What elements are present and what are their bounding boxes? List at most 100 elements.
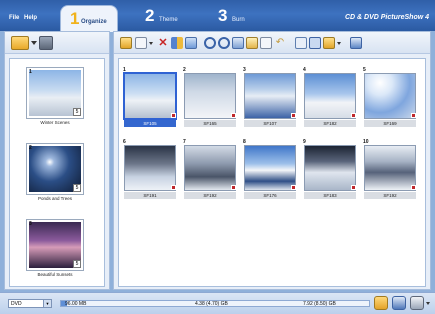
step-label: Burn [232, 17, 245, 23]
photo-thumbnail [184, 73, 236, 119]
capacity-dvd-dl: 7.92 (8.50) GB [303, 301, 336, 307]
photo-name: SF165 [184, 120, 236, 127]
photo-thumbnail [304, 73, 356, 119]
slideshow-item[interactable]: 1 5 Winter Scenes [26, 67, 84, 127]
chevron-down-icon[interactable]: ▼ [43, 300, 51, 307]
save-icon[interactable] [392, 296, 406, 310]
photo-name: SF169 [364, 120, 416, 127]
photo-toolbar: ✕ ↶ [114, 32, 430, 54]
flag-icon [351, 185, 356, 190]
tab-burn[interactable]: 3 Burn [218, 6, 258, 31]
flag-icon [231, 185, 236, 190]
slideshow-panel: 1 5 Winter Scenes 2 5 Ponds and Trees 3 … [4, 31, 110, 290]
new-slideshow-icon[interactable] [11, 36, 29, 50]
photo-thumbnail [124, 145, 176, 191]
photo-name: SF183 [304, 192, 356, 199]
flag-icon [291, 185, 296, 190]
copy-icon[interactable] [260, 37, 272, 49]
photo-card[interactable]: 7 SF192 [183, 139, 237, 199]
help-icon[interactable] [374, 296, 388, 310]
thumbnail-size-icon[interactable] [323, 37, 335, 49]
photo-card[interactable]: 3 SF107 [243, 67, 297, 127]
used-size: 96.00 MB [65, 301, 87, 307]
delete-icon[interactable]: ✕ [157, 37, 169, 49]
flag-icon [351, 113, 356, 118]
slideshow-index: 1 [29, 69, 32, 75]
slideshow-index: 2 [29, 145, 32, 151]
photo-name: SF182 [304, 120, 356, 127]
capacity-bar: 96.00 MB 4.38 (4.70) GB 7.92 (8.50) GB [60, 300, 370, 307]
photo-thumbnail [244, 73, 296, 119]
photo-name: SF107 [244, 120, 296, 127]
flag-icon [171, 113, 176, 118]
photo-card[interactable]: 9 SF183 [303, 139, 357, 199]
photo-count-badge: 5 [73, 260, 81, 268]
step-label: Theme [159, 17, 178, 23]
move-down-icon[interactable] [185, 37, 197, 49]
disc-type-value: DVD [11, 301, 22, 307]
slideshow-thumbnail: 1 5 [26, 67, 84, 119]
menu-file[interactable]: File [9, 15, 19, 21]
step-number: 3 [218, 6, 228, 25]
status-bar: DVD ▼ 96.00 MB 4.38 (4.70) GB 7.92 (8.50… [0, 292, 435, 314]
import-icon[interactable] [135, 37, 147, 49]
undo-icon[interactable]: ↶ [274, 37, 286, 49]
step-number: 2 [145, 6, 155, 25]
flag-icon [291, 113, 296, 118]
enhance-icon[interactable] [246, 37, 258, 49]
view-details-icon[interactable] [295, 37, 307, 49]
slideshow-toolbar [5, 32, 109, 54]
step-number: 1 [70, 9, 80, 28]
print-icon[interactable] [410, 296, 424, 310]
slideshow-thumbnail: 2 5 [26, 143, 84, 195]
view-thumbnails-icon[interactable] [309, 37, 321, 49]
photo-name: SF192 [364, 192, 416, 199]
photo-card[interactable]: 5 SF169 [363, 67, 417, 127]
top-bar: File Help 1 Organize 2 Theme 3 Burn CD &… [0, 0, 435, 32]
slideshow-item[interactable]: 2 5 Ponds and Trees [26, 143, 84, 203]
slideshow-title: Winter Scenes [40, 120, 70, 125]
properties-icon[interactable] [350, 37, 362, 49]
menu-help[interactable]: Help [24, 15, 37, 21]
slideshow-list: 1 5 Winter Scenes 2 5 Ponds and Trees 3 … [9, 58, 105, 287]
photo-thumbnail [364, 73, 416, 119]
photo-card[interactable]: 2 SF165 [183, 67, 237, 127]
photo-count-badge: 5 [73, 108, 81, 116]
flag-icon [411, 113, 416, 118]
edit-photo-icon[interactable] [232, 37, 244, 49]
sort-icon[interactable] [171, 37, 183, 49]
photo-thumbnail [123, 72, 177, 120]
photo-thumbnail [244, 145, 296, 191]
chevron-down-icon[interactable] [31, 41, 37, 45]
photo-card[interactable]: 6 SF191 [123, 139, 177, 199]
photo-card[interactable]: 4 SF182 [303, 67, 357, 127]
app-title: CD & DVD PictureShow 4 [344, 14, 429, 21]
photo-name: SF176 [244, 192, 296, 199]
photo-card[interactable]: 1 SF105 [123, 67, 177, 127]
photo-name: SF192 [184, 192, 236, 199]
chevron-down-icon[interactable] [337, 42, 341, 45]
tab-organize[interactable]: 1 Organize [60, 5, 118, 32]
chevron-down-icon[interactable] [426, 302, 430, 305]
rotate-left-icon[interactable] [204, 37, 216, 49]
flag-icon [411, 185, 416, 190]
flag-icon [171, 185, 176, 190]
rotate-right-icon[interactable] [218, 37, 230, 49]
disc-type-select[interactable]: DVD ▼ [8, 299, 52, 308]
chevron-down-icon[interactable] [149, 42, 153, 45]
photo-card[interactable]: 10 SF192 [363, 139, 417, 199]
slideshow-title: Ponds and Trees [37, 196, 73, 201]
step-label: Organize [81, 19, 107, 25]
capacity-dvd: 4.38 (4.70) GB [195, 301, 228, 307]
add-photos-icon[interactable] [120, 37, 132, 49]
slideshow-index: 3 [29, 221, 32, 227]
slideshow-title: Beautiful Sunsets [37, 272, 73, 277]
photo-panel: ✕ ↶ 1 SF105 2 SF165 3 SF107 4 SF182 5 SF… [113, 31, 431, 290]
delete-slideshow-icon[interactable] [39, 36, 53, 50]
photo-thumbnail [304, 145, 356, 191]
photo-thumbnail [184, 145, 236, 191]
slideshow-item[interactable]: 3 5 Beautiful Sunsets [26, 219, 84, 279]
photo-thumbnail [364, 145, 416, 191]
tab-theme[interactable]: 2 Theme [145, 6, 185, 31]
photo-card[interactable]: 8 SF176 [243, 139, 297, 199]
